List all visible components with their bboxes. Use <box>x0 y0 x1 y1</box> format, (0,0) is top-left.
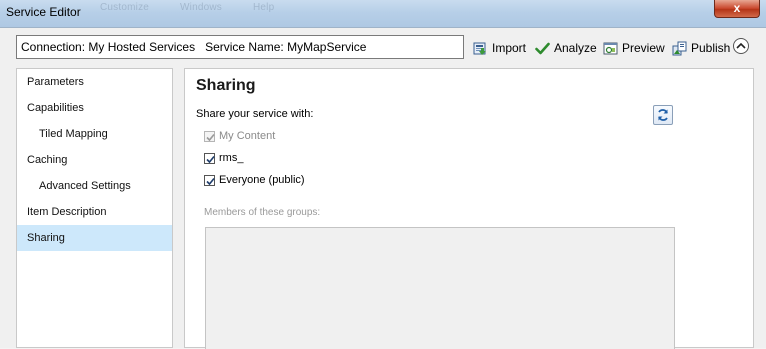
groups-list[interactable] <box>205 227 675 349</box>
window-title: Service Editor <box>6 5 81 19</box>
background-menu: Customize Windows Help <box>100 2 302 13</box>
collapse-button[interactable] <box>733 38 749 54</box>
import-label: Import <box>492 41 527 55</box>
option-everyone: Everyone (public) <box>204 174 305 186</box>
checkmark-icon <box>535 41 550 56</box>
nav-item-tiled-mapping[interactable]: Tiled Mapping <box>17 121 172 147</box>
preview-icon <box>603 41 618 56</box>
share-with-label: Share your service with: <box>196 108 314 120</box>
background-menu-item: Windows <box>180 2 222 13</box>
sharing-panel: Sharing Share your service with: My Cont… <box>184 68 754 349</box>
publish-icon <box>672 41 687 56</box>
import-button[interactable]: Import <box>473 38 526 58</box>
members-label: Members of these groups: <box>204 207 321 218</box>
close-button[interactable]: x <box>714 0 760 18</box>
refresh-icon <box>658 109 668 121</box>
background-menu-item: Customize <box>100 2 150 13</box>
service-name-text: Service Name: MyMapService <box>205 40 367 54</box>
everyone-checkbox[interactable] <box>204 174 215 186</box>
connection-text: Connection: My Hosted Services <box>21 40 196 54</box>
option-my-content: My Content <box>204 130 275 142</box>
preview-button[interactable]: Preview <box>603 38 665 58</box>
publish-label: Publish <box>691 41 731 55</box>
nav-item-sharing[interactable]: Sharing <box>17 225 172 251</box>
nav-item-caching[interactable]: Caching <box>17 147 172 173</box>
publish-button[interactable]: Publish <box>672 38 730 58</box>
title-bar: Customize Windows Help Service Editor x <box>0 0 766 27</box>
preview-label: Preview <box>622 41 665 55</box>
rms-label: rms_ <box>219 152 244 164</box>
import-icon <box>473 41 488 56</box>
settings-nav: Parameters Capabilities Tiled Mapping Ca… <box>16 68 173 348</box>
option-rms: rms_ <box>204 152 243 164</box>
editor-panel: Connection: My Hosted Services Service Na… <box>0 27 766 349</box>
everyone-label: Everyone (public) <box>219 174 305 186</box>
my-content-checkbox[interactable] <box>204 130 215 142</box>
nav-item-parameters[interactable]: Parameters <box>17 69 172 95</box>
my-content-label: My Content <box>219 130 276 142</box>
chevron-up-icon <box>736 42 746 49</box>
page-title: Sharing <box>196 77 256 94</box>
refresh-button[interactable] <box>653 105 673 125</box>
close-icon: x <box>733 1 741 15</box>
nav-item-item-description[interactable]: Item Description <box>17 199 172 225</box>
connection-field[interactable]: Connection: My Hosted Services Service Na… <box>16 35 464 59</box>
analyze-label: Analyze <box>554 41 597 55</box>
background-menu-item: Help <box>252 2 275 13</box>
analyze-button[interactable]: Analyze <box>535 38 597 58</box>
nav-item-capabilities[interactable]: Capabilities <box>17 95 172 121</box>
nav-item-advanced-settings[interactable]: Advanced Settings <box>17 173 172 199</box>
rms-checkbox[interactable] <box>204 152 215 164</box>
